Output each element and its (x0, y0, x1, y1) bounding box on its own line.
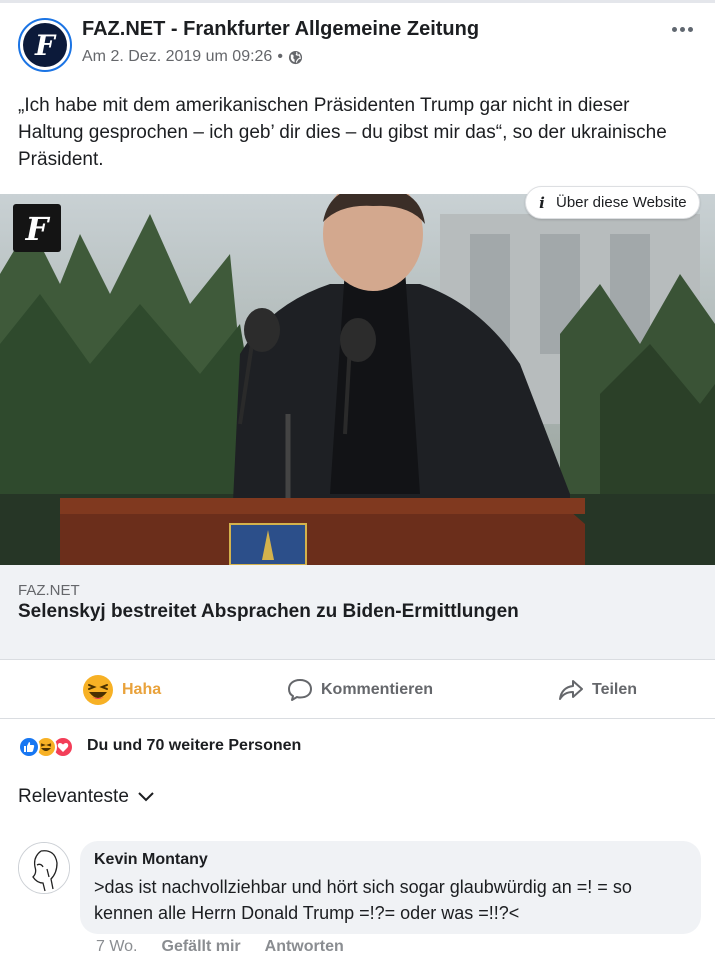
post-timestamp[interactable]: Am 2. Dez. 2019 um 09:26 (82, 48, 272, 66)
share-label: Teilen (592, 681, 638, 698)
page-avatar[interactable]: F (18, 18, 72, 72)
chevron-down-icon (138, 792, 154, 802)
faz-logo-icon: F (34, 29, 57, 62)
haha-emoji-icon (83, 675, 113, 705)
link-preview-image[interactable] (0, 194, 715, 565)
reaction-summary[interactable]: Du und 70 weitere Personen (87, 737, 301, 755)
comment-author[interactable]: Kevin Montany (94, 851, 208, 869)
about-website-label: Über diese Website (556, 194, 687, 211)
like-icon (18, 736, 40, 758)
comment-age[interactable]: 7 Wo. (96, 938, 138, 956)
sort-label: Relevanteste (18, 786, 129, 807)
haha-reaction-button[interactable]: Haha (82, 661, 161, 719)
comment-text: >das ist nachvollziehbar und hört sich s… (94, 877, 632, 923)
comment-button[interactable]: Kommentieren (287, 661, 433, 719)
comment-like-button[interactable]: Gefällt mir (162, 938, 241, 956)
share-icon (559, 680, 583, 700)
comment-bubble: Kevin Montany >das ist nachvollziehbar u… (80, 841, 701, 934)
haha-label: Haha (122, 681, 162, 698)
svg-text:F: F (25, 210, 51, 247)
link-preview-caption[interactable]: FAZ.NET Selenskyj bestreitet Absprachen … (0, 565, 715, 660)
page-name[interactable]: FAZ.NET - Frankfurter Allgemeine Zeitung (82, 18, 479, 41)
about-website-button[interactable]: i Über diese Website (525, 186, 700, 219)
faz-badge-icon: F (13, 204, 61, 252)
post-text: „Ich habe mit dem amerikanischen Präside… (18, 95, 667, 170)
link-title: Selenskyj bestreitet Absprachen zu Biden… (18, 601, 519, 622)
commenter-avatar[interactable] (18, 842, 70, 894)
svg-text:F: F (34, 29, 57, 62)
comment-sort-dropdown[interactable]: Relevanteste (18, 786, 155, 808)
share-button[interactable]: Teilen (558, 661, 637, 719)
comment-icon (288, 679, 312, 701)
reaction-icons[interactable] (18, 736, 74, 758)
post-action-bar: Haha Kommentieren Teilen (0, 661, 715, 719)
info-icon: i (539, 193, 545, 212)
globe-icon (288, 50, 302, 64)
more-options-icon[interactable] (668, 20, 696, 38)
link-domain: FAZ.NET (18, 582, 80, 599)
top-divider (0, 0, 715, 3)
meta-separator: • (277, 48, 283, 65)
comment-reply-button[interactable]: Antworten (265, 938, 344, 956)
comment-label: Kommentieren (321, 681, 434, 698)
post-meta: Am 2. Dez. 2019 um 09:26 • (82, 48, 303, 66)
comment-meta: 7 Wo. Gefällt mir Antworten (96, 938, 344, 956)
